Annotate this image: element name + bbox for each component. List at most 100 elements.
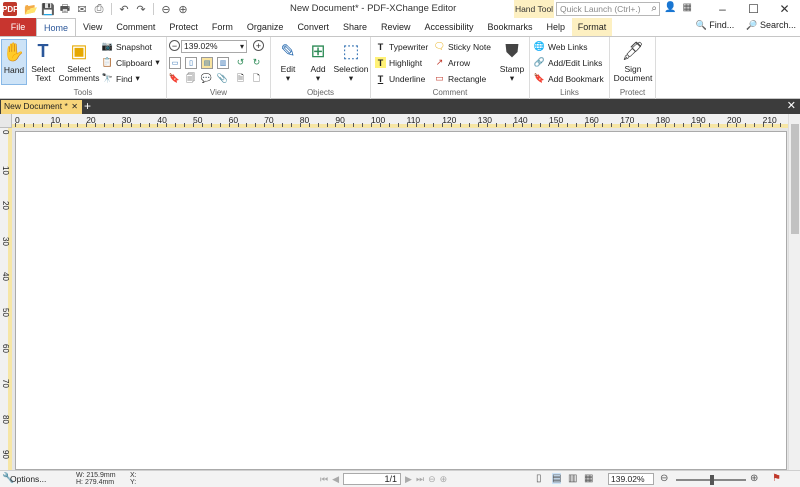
first-page-icon[interactable]: ⏮ <box>320 474 328 485</box>
add-bookmark-button[interactable]: 🔖 Add Bookmark <box>534 73 604 84</box>
print-icon[interactable]: 🖶 <box>57 2 73 16</box>
next-page-icon[interactable]: ▶ <box>405 474 412 485</box>
document-canvas[interactable] <box>12 128 788 470</box>
document-tab[interactable]: New Document * ✕ <box>1 100 82 114</box>
select-text-button[interactable]: T Select Text <box>29 39 57 83</box>
tab-home[interactable]: Home <box>36 18 77 36</box>
tab-comment[interactable]: Comment <box>109 18 162 36</box>
layers-icon[interactable]: 🗎 <box>235 73 246 84</box>
tab-form[interactable]: Form <box>205 18 240 36</box>
zoom-slider-knob[interactable] <box>710 475 714 485</box>
edit-button[interactable]: ✎ Edit ▾ <box>275 39 301 83</box>
close-tab-icon[interactable]: ✕ <box>71 100 78 113</box>
chevron-down-icon: ▾ <box>509 73 515 83</box>
snapshot-button[interactable]: 📷 Snapshot <box>102 41 152 52</box>
ruler-tick <box>317 123 319 127</box>
last-page-icon[interactable]: ⏭ <box>416 474 424 485</box>
find-tool-button[interactable]: 🔭 Find ▾ <box>102 73 140 84</box>
maximize-icon[interactable]: ☐ <box>738 0 769 18</box>
actual-size-icon[interactable]: ▭ <box>169 57 181 69</box>
attachments-icon[interactable]: 📎 <box>217 73 228 84</box>
single-page-icon[interactable]: ▯ <box>536 473 542 484</box>
save-icon[interactable]: 💾 <box>40 2 56 16</box>
tab-bookmarks[interactable]: Bookmarks <box>481 18 540 36</box>
forward-icon[interactable]: ⊕ <box>175 2 191 16</box>
add-edit-links-button[interactable]: 🔗 Add/Edit Links <box>534 57 602 68</box>
web-links-button[interactable]: 🌐 Web Links <box>534 41 588 52</box>
zoom-status-input[interactable]: 139.02% <box>608 473 654 485</box>
close-all-icon[interactable]: ✕ <box>787 99 796 114</box>
facing-continuous-icon[interactable]: ▦ <box>584 473 593 484</box>
page-number-input[interactable]: 1/1 <box>343 473 402 485</box>
undo-icon[interactable]: ↶ <box>116 2 132 16</box>
continuous-icon[interactable]: ▤ <box>552 473 562 484</box>
quick-launch-input[interactable]: Quick Launch (Ctrl+.) ⌕ <box>556 2 660 16</box>
close-icon[interactable]: ✕ <box>769 0 800 18</box>
comments-icon[interactable]: 💬 <box>201 73 212 84</box>
tab-review[interactable]: Review <box>374 18 418 36</box>
next-view-icon[interactable]: ⊕ <box>440 474 448 485</box>
pdf-icon[interactable]: ⚑ <box>772 473 781 484</box>
clipboard-button[interactable]: 📋 Clipboard ▾ <box>102 57 160 68</box>
zoom-in-status-icon[interactable]: ⊕ <box>750 473 758 484</box>
document-page[interactable] <box>15 131 787 470</box>
typewriter-button[interactable]: T Typewriter <box>375 41 428 52</box>
add-tab-icon[interactable]: + <box>84 99 91 113</box>
tab-share[interactable]: Share <box>336 18 374 36</box>
scan-icon[interactable]: ⎙ <box>91 2 107 16</box>
stamp-button[interactable]: ⛊ Stamp ▾ <box>497 39 527 83</box>
pages-icon[interactable]: 🗐 <box>185 73 196 84</box>
prev-view-icon[interactable]: ⊖ <box>428 474 436 485</box>
stamp-icon: ⛊ <box>505 40 519 61</box>
fit-page-icon[interactable]: ▯ <box>185 57 197 69</box>
minimize-icon[interactable]: – <box>707 0 738 18</box>
tab-help[interactable]: Help <box>540 18 573 36</box>
zoom-out-icon[interactable]: − <box>169 40 180 51</box>
zoom-slider[interactable] <box>676 475 746 485</box>
underline-button[interactable]: T Underline <box>375 73 426 84</box>
rectangle-button[interactable]: ▭ Rectangle <box>434 73 486 84</box>
redo-icon[interactable]: ↷ <box>133 2 149 16</box>
search-button[interactable]: 🔎 Search... <box>746 20 796 31</box>
fit-width-icon[interactable]: ▤ <box>201 57 213 69</box>
layout-icon[interactable]: ▦ <box>682 2 691 13</box>
facing-icon[interactable]: ▥ <box>568 473 577 484</box>
prev-page-icon[interactable]: ◀ <box>332 474 339 485</box>
fit-visible-icon[interactable]: ▥ <box>217 57 229 69</box>
selection-button[interactable]: ⬚ Selection ▾ <box>333 39 369 83</box>
scrollbar-thumb[interactable] <box>791 124 799 234</box>
app-icon[interactable]: PDF <box>2 2 18 16</box>
zoom-in-icon[interactable]: + <box>253 40 264 51</box>
open-folder-icon[interactable]: 📂 <box>23 2 39 16</box>
tab-format[interactable]: Format <box>572 18 613 36</box>
sign-document-button[interactable]: 🖋 Sign Document <box>612 39 654 83</box>
ruler-tick-label: 160 <box>584 115 599 125</box>
options-button[interactable]: Options... <box>10 474 46 484</box>
add-button[interactable]: ⊞ Add ▾ <box>305 39 331 83</box>
page-height: H: 279.4mm <box>76 479 115 486</box>
properties-icon[interactable]: 🗋 <box>251 73 262 84</box>
select-comments-button[interactable]: ▣ Select Comments <box>58 39 99 83</box>
zoom-input[interactable]: 139.02% <box>181 40 247 53</box>
tab-convert[interactable]: Convert <box>290 18 336 36</box>
vertical-scrollbar[interactable] <box>788 114 800 470</box>
tab-protect[interactable]: Protect <box>162 18 205 36</box>
zoom-out-status-icon[interactable]: ⊖ <box>660 473 668 484</box>
rotate-left-icon[interactable]: ↺ <box>235 57 246 68</box>
bookmark-icon[interactable]: 🔖 <box>169 73 180 84</box>
tab-accessibility[interactable]: Accessibility <box>418 18 481 36</box>
tab-view[interactable]: View <box>76 18 109 36</box>
email-icon[interactable]: ✉ <box>74 2 90 16</box>
user-icon[interactable]: 👤 <box>664 2 676 13</box>
back-icon[interactable]: ⊖ <box>158 2 174 16</box>
find-button[interactable]: 🔍 Find... <box>695 20 734 31</box>
tab-file[interactable]: File <box>0 18 36 36</box>
ruler-tick-label: 150 <box>549 115 564 125</box>
ruler-tick <box>620 123 622 127</box>
hand-button[interactable]: ✋ Hand <box>1 39 27 85</box>
rotate-right-icon[interactable]: ↻ <box>251 57 262 68</box>
highlight-button[interactable]: T Highlight <box>375 57 422 68</box>
sticky-note-button[interactable]: 🗨 Sticky Note <box>434 41 491 52</box>
arrow-button[interactable]: ↗ Arrow <box>434 57 470 68</box>
tab-organize[interactable]: Organize <box>240 18 291 36</box>
